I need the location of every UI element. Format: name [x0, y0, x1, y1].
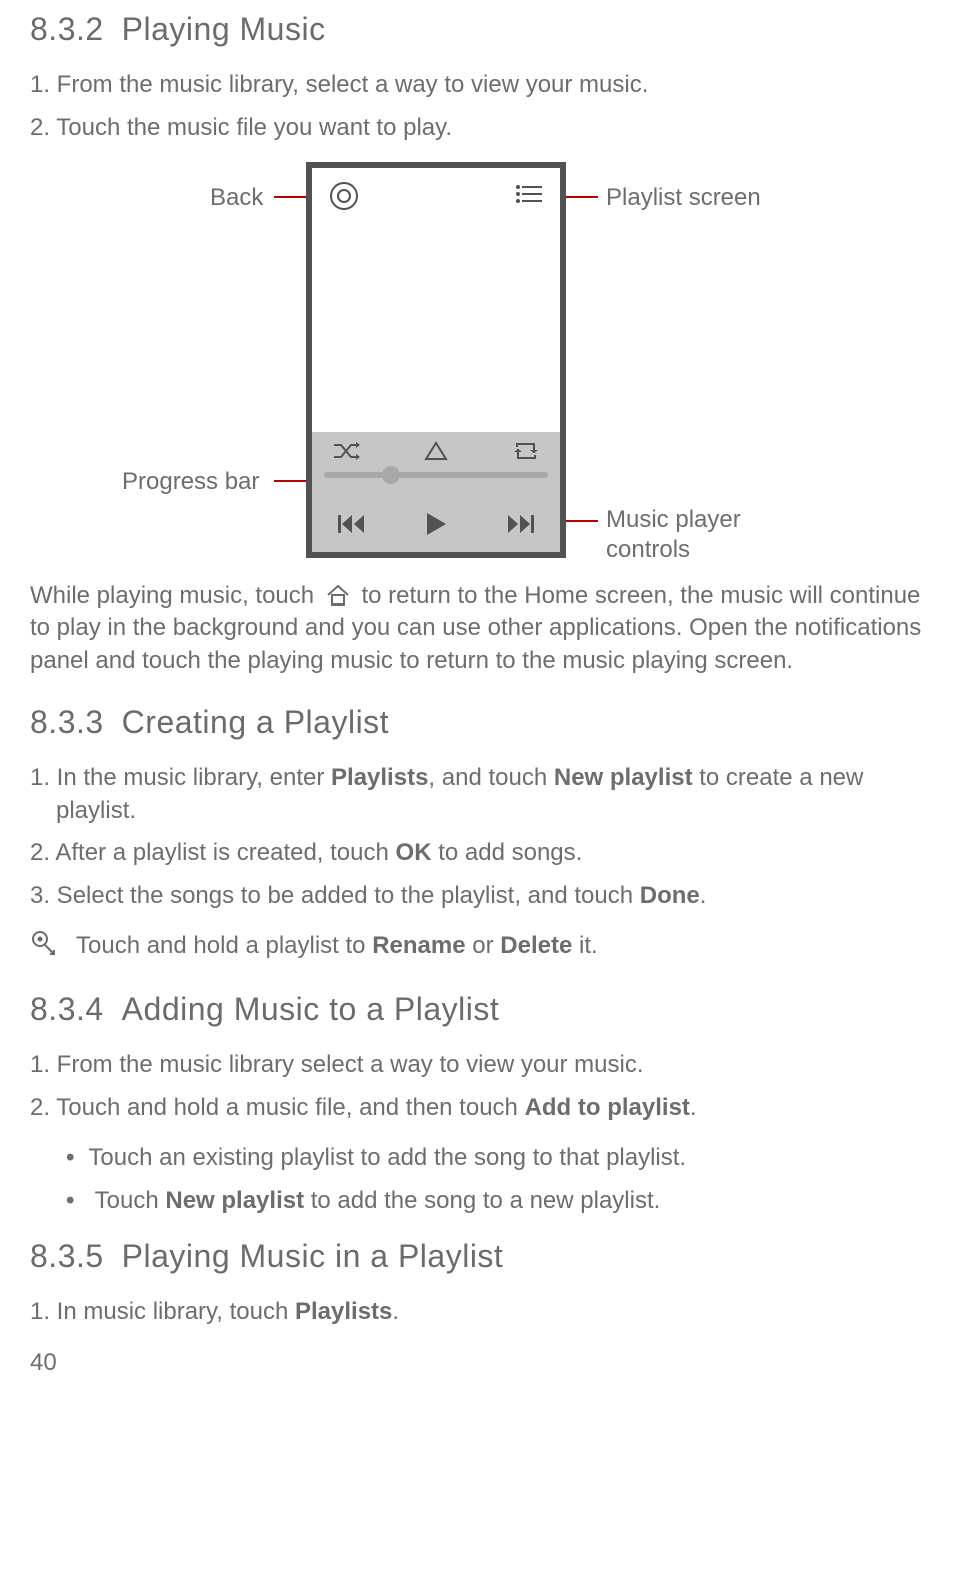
heading-number: 8.3.5	[30, 1238, 104, 1274]
up-arrow-icon[interactable]	[422, 439, 450, 463]
text-fragment: 1. In the music library, enter	[30, 764, 331, 791]
text-fragment: to add the song to a new playlist.	[304, 1187, 660, 1214]
text-fragment: While playing music, touch	[30, 582, 321, 609]
player-panel	[312, 432, 560, 552]
text-fragment: 1. In music library, touch	[30, 1298, 295, 1325]
previous-icon[interactable]	[338, 512, 364, 536]
heading-title: Adding Music to a Playlist	[122, 991, 500, 1027]
bold-text: OK	[396, 839, 432, 866]
steps-834: 1. From the music library select a way t…	[30, 1049, 930, 1124]
player-controls	[324, 506, 548, 542]
list-item: 1. In the music library, enter Playlists…	[30, 762, 930, 827]
bold-text: Delete	[500, 932, 572, 959]
text-fragment: Touch	[95, 1187, 166, 1214]
bold-text: Playlists	[295, 1298, 392, 1325]
list-item: 2. Touch and hold a music file, and then…	[30, 1092, 930, 1124]
phone-mockup	[306, 162, 566, 558]
text-fragment: Touch and hold a playlist to	[76, 932, 372, 959]
heading-834: 8.3.4 Adding Music to a Playlist	[30, 988, 930, 1031]
progress-bar-thumb[interactable]	[382, 466, 400, 484]
list-item: 1. From the music library select a way t…	[30, 1049, 930, 1081]
tip-text: Touch and hold a playlist to Rename or D…	[76, 930, 598, 962]
bold-text: Add to playlist	[525, 1094, 690, 1121]
bold-text: Rename	[372, 932, 465, 959]
heading-835: 8.3.5 Playing Music in a Playlist	[30, 1235, 930, 1278]
heading-833: 8.3.3 Creating a Playlist	[30, 701, 930, 744]
list-item: 1. From the music library, select a way …	[30, 69, 930, 101]
steps-835: 1. In music library, touch Playlists.	[30, 1296, 930, 1328]
para-832: While playing music, touch to return to …	[30, 580, 930, 677]
heading-number: 8.3.3	[30, 704, 104, 740]
callout-controls-line2: controls	[606, 534, 690, 566]
list-item: Touch an existing playlist to add the so…	[66, 1142, 930, 1174]
heading-title: Playing Music	[122, 11, 326, 47]
bold-text: Playlists	[331, 764, 428, 791]
heading-number: 8.3.2	[30, 11, 104, 47]
steps-833: 1. In the music library, enter Playlists…	[30, 762, 930, 912]
text-fragment: , and touch	[428, 764, 553, 791]
text-fragment: .	[700, 882, 707, 909]
next-icon[interactable]	[508, 512, 534, 536]
callout-playlist: Playlist screen	[606, 182, 761, 214]
list-item: 3. Select the songs to be added to the p…	[30, 880, 930, 912]
list-item: 2. Touch the music file you want to play…	[30, 112, 930, 144]
progress-bar-track[interactable]	[324, 472, 548, 478]
heading-832: 8.3.2 Playing Music	[30, 8, 930, 51]
list-item: 2. After a playlist is created, touch OK…	[30, 837, 930, 869]
text-fragment: or	[466, 932, 501, 959]
callout-progress: Progress bar	[122, 466, 259, 498]
list-item: Touch New playlist to add the song to a …	[66, 1185, 930, 1217]
callout-controls-line1: Music player	[606, 504, 741, 536]
playlist-icon[interactable]	[516, 184, 542, 206]
text-fragment: 2. After a playlist is created, touch	[30, 839, 396, 866]
bold-text: New playlist	[554, 764, 693, 791]
repeat-icon[interactable]	[512, 439, 540, 463]
phone-top-row	[312, 178, 560, 214]
callout-back: Back	[210, 182, 263, 214]
tip-833: Touch and hold a playlist to Rename or D…	[30, 930, 930, 962]
text-fragment: it.	[572, 932, 597, 959]
text-fragment: 2. Touch and hold a music file, and then…	[30, 1094, 525, 1121]
tip-icon	[30, 930, 60, 960]
play-icon[interactable]	[424, 511, 448, 537]
heading-number: 8.3.4	[30, 991, 104, 1027]
bullets-834: Touch an existing playlist to add the so…	[66, 1142, 930, 1217]
steps-832: 1. From the music library, select a way …	[30, 69, 930, 144]
bold-text: New playlist	[165, 1187, 304, 1214]
music-player-figure: Back Playlist screen Progress bar Music …	[30, 162, 930, 572]
text-fragment: .	[690, 1094, 697, 1121]
bold-text: Done	[640, 882, 700, 909]
home-icon	[325, 583, 351, 607]
text-fragment: to add songs.	[432, 839, 583, 866]
back-disc-icon[interactable]	[330, 182, 358, 210]
text-fragment: 3. Select the songs to be added to the p…	[30, 882, 640, 909]
text-fragment: .	[392, 1298, 399, 1325]
shuffle-icon[interactable]	[332, 439, 360, 463]
heading-title: Playing Music in a Playlist	[122, 1238, 504, 1274]
page-number: 40	[30, 1347, 930, 1379]
list-item: 1. In music library, touch Playlists.	[30, 1296, 930, 1328]
heading-title: Creating a Playlist	[122, 704, 389, 740]
